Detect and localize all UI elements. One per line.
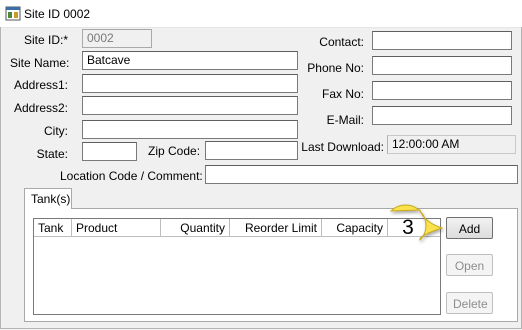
- last-download-label: Last Download:: [301, 140, 384, 154]
- site-name-field[interactable]: Batcave: [82, 51, 298, 70]
- contact-label: Contact:: [319, 35, 364, 49]
- site-id-label: Site ID:*: [23, 33, 68, 47]
- fax-field[interactable]: [372, 81, 512, 100]
- email-label: E-Mail:: [326, 113, 364, 127]
- add-tank-button[interactable]: Add: [446, 217, 493, 239]
- address1-label: Address1:: [13, 78, 68, 92]
- site-id-field: 0002: [82, 29, 152, 48]
- window-title: Site ID 0002: [24, 7, 91, 21]
- contact-field[interactable]: [372, 31, 512, 50]
- phone-field[interactable]: [372, 56, 512, 75]
- zip-code-field[interactable]: [205, 141, 298, 160]
- column-header-filler: [388, 219, 440, 237]
- email-field[interactable]: [372, 106, 512, 125]
- column-header-capacity[interactable]: Capacity: [322, 219, 388, 237]
- location-comment-field[interactable]: [205, 165, 518, 184]
- open-tank-button[interactable]: Open: [446, 254, 493, 276]
- app-icon: [5, 6, 21, 21]
- location-comment-label: Location Code / Comment:: [60, 169, 203, 183]
- state-field[interactable]: [82, 142, 137, 161]
- column-header-quantity[interactable]: Quantity: [161, 219, 230, 237]
- phone-label: Phone No:: [307, 61, 364, 75]
- tanks-grid[interactable]: Tank Product Quantity Reorder Limit Capa…: [33, 218, 441, 315]
- tab-tanks[interactable]: Tank(s): [24, 188, 72, 209]
- column-header-reorder-limit[interactable]: Reorder Limit: [230, 219, 322, 237]
- address2-field[interactable]: [82, 96, 298, 115]
- zip-code-label: Zip Code:: [148, 144, 201, 158]
- address2-label: Address2:: [13, 101, 68, 115]
- column-header-tank[interactable]: Tank: [34, 219, 72, 237]
- delete-tank-button[interactable]: Delete: [446, 292, 493, 314]
- address1-field[interactable]: [82, 74, 298, 93]
- site-name-label: Site Name:: [10, 56, 70, 70]
- column-header-product[interactable]: Product: [72, 219, 161, 237]
- fax-label: Fax No:: [321, 87, 364, 101]
- title-bar: Site ID 0002: [0, 0, 522, 28]
- city-label: City:: [44, 124, 68, 138]
- city-field[interactable]: [82, 120, 298, 139]
- state-label: State:: [36, 147, 68, 161]
- last-download-field: 12:00:00 AM: [387, 135, 516, 154]
